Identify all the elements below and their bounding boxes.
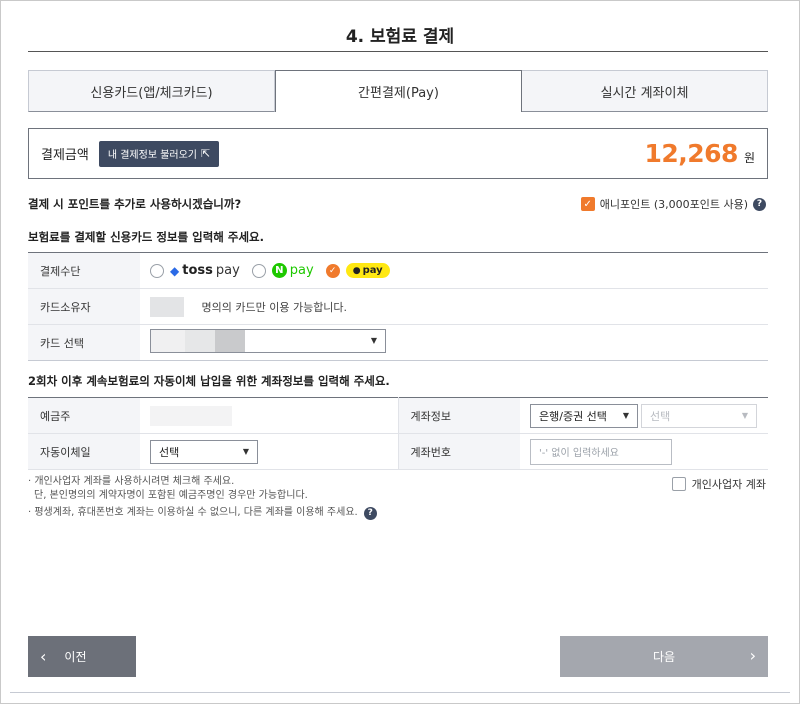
tab-credit-card[interactable]: 신용카드(앱/체크카드) bbox=[28, 70, 275, 112]
toss-radio[interactable] bbox=[150, 263, 164, 278]
prev-button[interactable]: ‹ 이전 bbox=[28, 636, 136, 677]
point-option-label: 애니포인트 (3,000포인트 사용) bbox=[599, 198, 748, 211]
masked-depositor-name bbox=[150, 405, 232, 426]
next-button-label: 다음 bbox=[652, 650, 676, 664]
npay-radio[interactable] bbox=[251, 263, 266, 278]
card-select-label: 카드 선택 bbox=[28, 324, 140, 361]
prev-button-label: 이전 bbox=[64, 650, 87, 664]
chevron-down-icon: ▼ bbox=[370, 336, 377, 345]
load-payment-info-button[interactable]: 내 결제정보 불러오기 ⇱ bbox=[98, 140, 220, 167]
account-restriction-text: · 평생계좌, 휴대폰번호 계좌는 이용하실 수 없으니, 다른 계좌를 이용해… bbox=[28, 507, 358, 518]
account-info-label: 계좌정보 bbox=[397, 397, 520, 434]
chevron-down-icon: ▼ bbox=[741, 411, 748, 420]
toss-pay-logo: ◆ toss pay bbox=[170, 263, 240, 278]
kakaopay-radio[interactable]: ✓ bbox=[325, 263, 340, 278]
business-account-checkbox[interactable] bbox=[671, 477, 686, 491]
card-select-row: 카드 선택 ▼ bbox=[28, 324, 768, 361]
naver-n-icon: N bbox=[271, 263, 287, 278]
account-number-label: 계좌번호 bbox=[397, 433, 520, 470]
transfer-day-value: 선택 bbox=[159, 445, 180, 459]
card-owner-note: 명의의 카드만 이용 가능합니다. bbox=[201, 300, 348, 314]
payment-tabs: 신용카드(앱/체크카드) 간편결제(Pay) 실시간 계좌이체 bbox=[28, 70, 768, 112]
page-title: 4. 보험료 결제 bbox=[345, 27, 455, 47]
tab-easy-pay[interactable]: 간편결제(Pay) bbox=[275, 70, 522, 112]
card-form-table: 결제수단 ◆ toss pay N pay ✓ ● pay 카드소유자 명의의 … bbox=[28, 252, 768, 361]
account-info-selects: 은행/증권 선택 ▼ 선택 ▼ bbox=[530, 403, 768, 428]
bank-select[interactable]: 은행/증권 선택 ▼ bbox=[530, 403, 638, 428]
amount-value: 12,268 bbox=[644, 139, 738, 168]
depositor-label: 예금주 bbox=[28, 397, 140, 434]
business-account-subnote: 단, 본인명의의 계약자명이 포함된 예금주명인 경우만 가능합니다. bbox=[34, 490, 308, 501]
auto-transfer-table: 예금주 계좌정보 은행/증권 선택 ▼ 선택 ▼ 자동이체일 선택 ▼ 계좌번호… bbox=[28, 397, 768, 470]
masked-card-segment bbox=[151, 330, 185, 352]
toss-logo-text: toss bbox=[182, 263, 213, 278]
kakao-pay-logo: ● pay bbox=[345, 263, 390, 278]
amount-label: 결제금액 bbox=[41, 148, 89, 163]
depositor-row: 예금주 계좌정보 은행/증권 선택 ▼ 선택 ▼ bbox=[28, 397, 768, 434]
toss-logo-suffix: pay bbox=[215, 263, 240, 278]
business-account-label: 개인사업자 계좌 bbox=[691, 478, 766, 491]
naver-pay-logo: N pay bbox=[271, 263, 314, 278]
account-number-placeholder: '-' 없이 입력하세요 bbox=[539, 448, 619, 459]
toss-icon: ◆ bbox=[170, 263, 180, 278]
transfer-day-select[interactable]: 선택 ▼ bbox=[150, 439, 258, 464]
account-number-input[interactable]: '-' 없이 입력하세요 bbox=[530, 438, 672, 465]
next-button[interactable]: 다음 › bbox=[560, 636, 768, 677]
title-divider bbox=[28, 51, 768, 52]
help-icon[interactable]: ? bbox=[753, 197, 766, 211]
amount-box: 결제금액 내 결제정보 불러오기 ⇱ 12,268 원 bbox=[28, 128, 768, 179]
card-section-title: 보험료를 결제할 신용카드 정보를 입력해 주세요. bbox=[28, 230, 264, 244]
card-owner-row: 카드소유자 명의의 카드만 이용 가능합니다. bbox=[28, 288, 768, 325]
payment-method-options: ◆ toss pay N pay ✓ ● pay bbox=[150, 263, 768, 278]
bottom-divider bbox=[10, 692, 790, 693]
chevron-left-icon: ‹ bbox=[40, 647, 47, 666]
business-account-option: 개인사업자 계좌 bbox=[671, 476, 766, 492]
branch-select-value: 선택 bbox=[650, 409, 671, 423]
amount-unit: 원 bbox=[743, 151, 755, 165]
npay-logo-text: pay bbox=[289, 263, 314, 278]
speech-bubble-icon: ● bbox=[352, 265, 361, 276]
transfer-day-label: 자동이체일 bbox=[28, 433, 140, 470]
payment-method-row: 결제수단 ◆ toss pay N pay ✓ ● pay bbox=[28, 252, 768, 289]
chevron-right-icon: › bbox=[749, 646, 756, 665]
card-owner-label: 카드소유자 bbox=[28, 288, 140, 325]
point-option: ✓ 애니포인트 (3,000포인트 사용) ? bbox=[580, 196, 766, 212]
payment-method-label: 결제수단 bbox=[28, 252, 140, 289]
help-icon[interactable]: ? bbox=[363, 506, 377, 520]
amount-display: 12,268 원 bbox=[644, 139, 755, 168]
bank-select-value: 은행/증권 선택 bbox=[539, 409, 607, 423]
auto-transfer-section-title: 2회차 이후 계속보험료의 자동이체 납입을 위한 계좌정보를 입력해 주세요. bbox=[28, 374, 390, 388]
chevron-down-icon: ▼ bbox=[242, 447, 249, 456]
load-payment-info-label: 내 결제정보 불러오기 bbox=[107, 150, 198, 161]
tab-realtime-transfer[interactable]: 실시간 계좌이체 bbox=[522, 70, 768, 112]
business-account-note: · 개인사업자 계좌를 사용하시려면 체크해 주세요. bbox=[28, 476, 235, 487]
export-icon: ⇱ bbox=[201, 147, 211, 160]
card-select[interactable]: ▼ bbox=[150, 329, 386, 353]
account-restriction-note: · 평생계좌, 휴대폰번호 계좌는 이용하실 수 없으니, 다른 계좌를 이용해… bbox=[28, 506, 377, 520]
point-question: 결제 시 포인트를 추가로 사용하시겠습니까? bbox=[28, 197, 242, 211]
branch-select[interactable]: 선택 ▼ bbox=[641, 403, 757, 428]
point-checkbox[interactable]: ✓ bbox=[580, 197, 595, 211]
masked-owner-name bbox=[150, 296, 184, 317]
kakaopay-logo-text: pay bbox=[362, 265, 383, 276]
chevron-down-icon: ▼ bbox=[622, 411, 629, 420]
masked-card-segment bbox=[185, 330, 215, 352]
transfer-day-row: 자동이체일 선택 ▼ 계좌번호 '-' 없이 입력하세요 bbox=[28, 433, 768, 470]
masked-card-segment bbox=[215, 330, 245, 352]
